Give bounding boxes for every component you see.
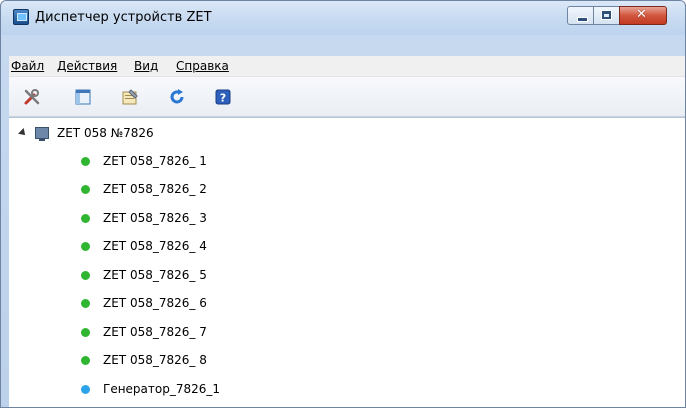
- app-window: Диспетчер устройств ZET ✕ Файл Действия …: [0, 0, 686, 408]
- tree-node-label: ZET 058_7826_ 2: [103, 182, 207, 196]
- minimize-button[interactable]: [567, 6, 594, 25]
- status-dot-icon: [81, 241, 90, 251]
- status-dot-icon: [81, 355, 90, 365]
- tree-node[interactable]: ZET 058_7826_ 4: [81, 237, 207, 255]
- tree-node[interactable]: ZET 058_7826_ 2: [81, 180, 207, 198]
- tree-node-label: ZET 058_7826_ 6: [103, 296, 207, 310]
- status-dot-icon: [81, 327, 90, 337]
- tree-node[interactable]: ZET 058_7826_ 3: [81, 209, 207, 227]
- window-title: Диспетчер устройств ZET: [35, 10, 212, 25]
- title-bar[interactable]: Диспетчер устройств ZET ✕: [1, 1, 685, 35]
- device-list-icon: [75, 89, 91, 105]
- status-dot-icon: [81, 213, 90, 223]
- tree-node-label: ZET 058_7826_ 7: [103, 325, 207, 339]
- tools-icon: [24, 89, 40, 105]
- app-icon[interactable]: [13, 9, 29, 25]
- close-icon: ✕: [636, 7, 647, 22]
- computer-icon: [35, 127, 49, 141]
- menu-item-help[interactable]: Справка: [176, 59, 229, 73]
- refresh-icon: [170, 89, 184, 104]
- tree-node-label: Генератор_7826_1: [103, 382, 221, 396]
- status-dot-icon: [81, 270, 90, 280]
- tree-node-label: ZET 058_7826_ 4: [103, 239, 207, 253]
- tree-node-label: ZET 058_7826_ 1: [103, 154, 207, 168]
- status-dot-icon: [81, 184, 90, 194]
- menu-bar: Файл Действия Вид Справка: [9, 56, 685, 77]
- status-dot-icon: [81, 298, 90, 308]
- tree-node-label: ZET 058_7826_ 5: [103, 268, 207, 282]
- tree-node-label: ZET 058_7826_ 3: [103, 211, 207, 225]
- tree-node[interactable]: ZET 058_7826_ 6: [81, 294, 207, 312]
- refresh-button[interactable]: [168, 88, 186, 106]
- device-list-button[interactable]: [74, 88, 92, 106]
- svg-text:?: ?: [220, 92, 226, 105]
- close-button[interactable]: ✕: [619, 6, 667, 25]
- menu-item-view[interactable]: Вид: [134, 59, 158, 73]
- toolbar: ?: [9, 77, 685, 117]
- tree-node[interactable]: Генератор_7826_1: [81, 380, 220, 398]
- help-icon: ?: [215, 89, 231, 105]
- tree-node[interactable]: ZET 058_7826_ 7: [81, 323, 207, 341]
- status-dot-icon: [81, 156, 90, 166]
- help-button[interactable]: ?: [214, 88, 232, 106]
- menu-item-file[interactable]: Файл: [11, 59, 44, 73]
- menu-item-actions[interactable]: Действия: [57, 59, 117, 73]
- status-dot-icon: [81, 384, 90, 394]
- tree-root-node[interactable]: ZET 058 №7826: [18, 124, 154, 142]
- tree-node-label: ZET 058_7826_ 8: [103, 353, 207, 367]
- expand-arrow-icon[interactable]: [18, 128, 28, 138]
- tree-root-label: ZET 058 №7826: [57, 126, 154, 140]
- tree-node[interactable]: ZET 058_7826_ 1: [81, 152, 207, 170]
- minimize-icon: [577, 17, 588, 22]
- properties-icon: [122, 89, 138, 105]
- tools-button[interactable]: [23, 88, 41, 106]
- tree-node[interactable]: ZET 058_7826_ 8: [81, 351, 207, 369]
- device-tree-panel: ZET 058 №7826 ZET 058_7826_ 1 ZET 058_78…: [9, 117, 685, 407]
- maximize-button[interactable]: [593, 6, 620, 25]
- tree-node[interactable]: ZET 058_7826_ 5: [81, 266, 207, 284]
- properties-button[interactable]: [121, 88, 139, 106]
- maximize-icon: [601, 10, 612, 20]
